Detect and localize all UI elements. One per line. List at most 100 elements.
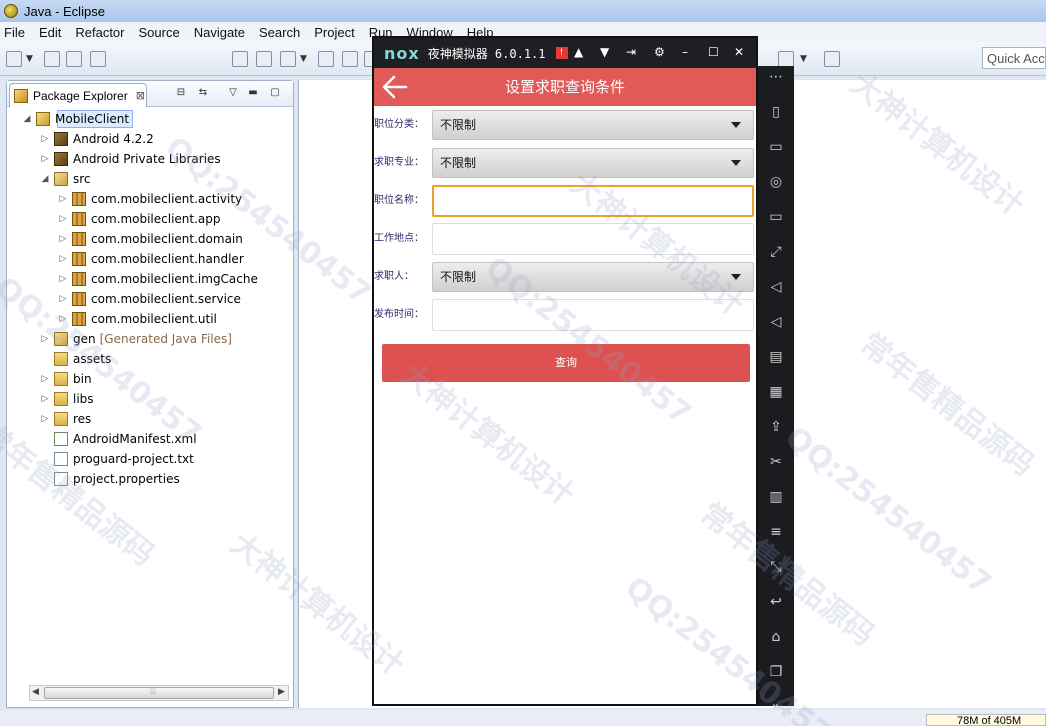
scissors-icon[interactable]: ✂	[767, 453, 785, 471]
menu-navigate[interactable]: Navigate	[194, 25, 245, 40]
spinner-select[interactable]: 不限制	[432, 110, 754, 140]
close-button[interactable]: ✕	[734, 45, 744, 59]
menu-search[interactable]: Search	[259, 25, 300, 40]
tree-item[interactable]: ▷ Android Private Libraries	[39, 149, 221, 169]
collapsed-arrow-icon[interactable]: ▷	[39, 334, 51, 344]
minimize-icon[interactable]: ▬	[247, 87, 259, 99]
volume-down-icon[interactable]: ◁	[767, 313, 785, 331]
scrollbar-thumb[interactable]: ⦙⦙⦙	[44, 687, 274, 699]
save-icon[interactable]	[44, 51, 60, 67]
collapsed-arrow-icon[interactable]: ▷	[57, 234, 69, 244]
multi-instance-icon[interactable]: ▥	[767, 488, 785, 506]
skin-icon[interactable]: ▲	[574, 45, 583, 59]
new-project-icon[interactable]	[318, 51, 334, 67]
expand-icon[interactable]: »	[767, 698, 785, 716]
robot-icon[interactable]: ▭	[767, 138, 785, 156]
text-input[interactable]	[432, 185, 754, 217]
tree-item[interactable]: ▷ com.mobileclient.util	[57, 309, 217, 329]
tree-item[interactable]: ▷ gen [Generated Java Files]	[39, 329, 232, 349]
new-icon[interactable]	[6, 51, 22, 67]
tree-item[interactable]: ▷ libs	[39, 389, 94, 409]
tree-item[interactable]: ▷ com.mobileclient.service	[57, 289, 241, 309]
tree-item[interactable]: ▷ bin	[39, 369, 92, 389]
resize-icon[interactable]: ⤡	[767, 558, 785, 576]
collapsed-arrow-icon[interactable]: ▷	[39, 394, 51, 404]
tree-item[interactable]: AndroidManifest.xml	[39, 429, 197, 449]
link-with-editor-icon[interactable]: ⇆	[197, 87, 209, 99]
collapsed-arrow-icon[interactable]: ▷	[57, 214, 69, 224]
tree-item[interactable]: ▷ res	[39, 409, 91, 429]
volume-up-icon[interactable]: ◁	[767, 278, 785, 296]
tree-item[interactable]: assets	[39, 349, 111, 369]
back-icon[interactable]: ↩	[767, 593, 785, 611]
minimize-button[interactable]: –	[682, 45, 688, 59]
text-input[interactable]	[432, 299, 754, 331]
check-dropdown-arrow[interactable]: ▼	[300, 54, 307, 64]
tree-item[interactable]: ▷ com.mobileclient.domain	[57, 229, 243, 249]
heap-status[interactable]: 78M of 405M	[926, 714, 1046, 726]
menu-icon[interactable]: ≡	[767, 523, 785, 541]
recent-apps-icon[interactable]: ❐	[767, 663, 785, 681]
spinner-select[interactable]: 不限制	[432, 148, 754, 178]
screen-icon[interactable]: ▭	[767, 208, 785, 226]
collapsed-arrow-icon[interactable]: ▷	[57, 274, 69, 284]
expanded-arrow-icon[interactable]: ◢	[39, 174, 51, 184]
download-icon[interactable]	[232, 51, 248, 67]
collapsed-arrow-icon[interactable]: ▷	[57, 294, 69, 304]
tree-item[interactable]: ▷ com.mobileclient.activity	[57, 189, 242, 209]
tree-item[interactable]: ▷ com.mobileclient.handler	[57, 249, 244, 269]
collapsed-arrow-icon[interactable]: ▷	[57, 254, 69, 264]
tree-item[interactable]: ◢ MobileClient	[21, 109, 129, 129]
settings-gear-icon[interactable]: ⚙	[654, 45, 665, 59]
spinner-select[interactable]: 不限制	[432, 262, 754, 292]
expanded-arrow-icon[interactable]: ◢	[21, 114, 33, 124]
package-explorer-tab[interactable]: Package Explorer ⊠	[9, 83, 147, 107]
menu-file[interactable]: File	[4, 25, 25, 40]
collapsed-arrow-icon[interactable]: ▷	[57, 314, 69, 324]
collapsed-arrow-icon[interactable]: ▷	[57, 194, 69, 204]
location-icon[interactable]: ◎	[767, 173, 785, 191]
forward-nav-icon[interactable]	[778, 51, 794, 67]
menu-edit[interactable]: Edit	[39, 25, 61, 40]
save-all-icon[interactable]	[66, 51, 82, 67]
menu-source[interactable]: Source	[139, 25, 180, 40]
shake-icon[interactable]: ▯	[767, 103, 785, 121]
view-menu-icon[interactable]: ▽	[227, 87, 239, 99]
collapsed-arrow-icon[interactable]: ▷	[39, 414, 51, 424]
home-icon[interactable]: ⌂	[767, 628, 785, 646]
fullscreen-icon[interactable]: ⤢	[767, 243, 785, 261]
tree-item[interactable]: project.properties	[39, 469, 180, 489]
more-icon[interactable]: ⋯	[767, 68, 785, 86]
tree-item[interactable]: ▷ com.mobileclient.imgCache	[57, 269, 258, 289]
horizontal-scrollbar[interactable]: ◀ ⦙⦙⦙ ▶	[29, 685, 289, 701]
text-input[interactable]	[432, 223, 754, 255]
collapsed-arrow-icon[interactable]: ▷	[39, 154, 51, 164]
tree-item[interactable]: ▷ Android 4.2.2	[39, 129, 154, 149]
tree-item[interactable]: proguard-project.txt	[39, 449, 194, 469]
query-button[interactable]: 查询	[382, 344, 750, 382]
quick-access-field[interactable]: Quick Access	[982, 47, 1046, 69]
dropdown-icon[interactable]: ▼	[600, 45, 609, 59]
scroll-right-icon[interactable]: ▶	[278, 687, 285, 697]
macro-icon[interactable]: ▦	[767, 383, 785, 401]
new-dropdown-arrow[interactable]: ▼	[26, 54, 33, 64]
print-icon[interactable]	[90, 51, 106, 67]
menu-refactor[interactable]: Refactor	[75, 25, 124, 40]
maximize-icon[interactable]: ▢	[269, 87, 281, 99]
menu-project[interactable]: Project	[314, 25, 354, 40]
collapsed-arrow-icon[interactable]: ▷	[39, 374, 51, 384]
keyboard-icon[interactable]: ▤	[767, 348, 785, 366]
alert-icon[interactable]: !	[555, 47, 568, 59]
back-arrow-icon[interactable]	[380, 72, 410, 102]
tree-item[interactable]: ▷ com.mobileclient.app	[57, 209, 221, 229]
scroll-left-icon[interactable]: ◀	[32, 687, 39, 697]
maximize-button[interactable]: ☐	[708, 45, 719, 59]
forward-dropdown-arrow[interactable]: ▼	[800, 54, 807, 64]
close-tab-icon[interactable]: ⊠	[136, 89, 145, 102]
checkbox-icon[interactable]	[280, 51, 296, 67]
tree-item[interactable]: ◢ src	[39, 169, 91, 189]
apk-icon[interactable]: ⇪	[767, 418, 785, 436]
collapsed-arrow-icon[interactable]: ▷	[39, 134, 51, 144]
open-perspective-icon[interactable]	[824, 51, 840, 67]
collapse-all-icon[interactable]: ⊟	[175, 87, 187, 99]
